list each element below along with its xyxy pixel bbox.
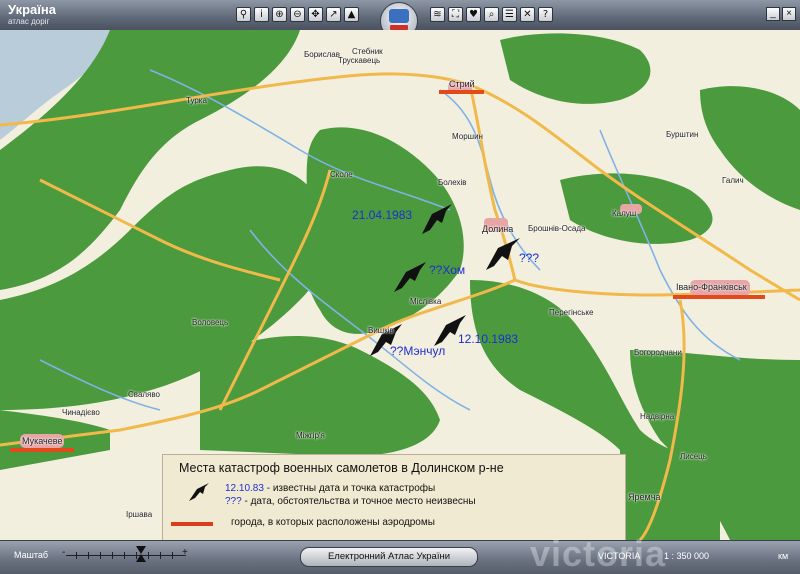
status-bar: victoria Маштаб - + Електронний Атлас Ук… [0, 533, 800, 574]
info-icon[interactable]: i [254, 7, 269, 22]
place-label: Бурштин [666, 130, 699, 139]
legend-unknown-sample: ??? [225, 496, 242, 507]
atlas-button[interactable]: Електронний Атлас України [300, 547, 478, 567]
place-label: Сколе [330, 170, 353, 179]
route-icon[interactable]: ↗ [326, 7, 341, 22]
heart-icon[interactable]: ♥ [466, 7, 481, 22]
place-label: Вишків [368, 326, 394, 335]
close-button[interactable]: × [782, 7, 796, 21]
legend-row-unknown: ??? - дата, обстоятельства и точное мест… [225, 496, 476, 507]
scale-slider-thumb-base [136, 554, 146, 562]
place-label: Стебник [352, 47, 383, 56]
scale-value: 1 : 350 000 [664, 551, 710, 561]
legend-date-sample: 12.10.83 [225, 483, 264, 494]
minimize-button[interactable]: _ [766, 7, 780, 21]
app-subtitle: атлас доріг [8, 17, 50, 26]
zoom-in-icon[interactable]: ⊕ [272, 7, 287, 22]
legend-known-text: - известны дата и точка катастрофы [263, 483, 436, 494]
app-brand: Україна атлас доріг [8, 2, 57, 27]
scale-label: Маштаб [14, 550, 49, 560]
scale-slider-thumb[interactable] [136, 546, 146, 554]
place-label: Моршин [452, 132, 483, 141]
jet-icon [189, 483, 209, 501]
place-label: Борислав [304, 50, 340, 59]
brand-label: VICTORIA [598, 551, 641, 561]
place-label: Калуш [612, 209, 637, 218]
north-icon[interactable]: ▲ [344, 7, 359, 22]
place-label: Чинадієво [62, 408, 100, 417]
layers-icon[interactable]: ≋ [430, 7, 445, 22]
place-label: Воловець [192, 318, 229, 327]
app-window: Україна атлас доріг ⚲ i ⊕ ⊖ ✥ ↗ ▲ ≋ ⛶ ♥ … [0, 0, 800, 574]
place-label: Трускавець [338, 56, 381, 65]
search-icon[interactable]: ⌕ [484, 7, 499, 22]
legend-airfield-text: города, в которых расположены аэродромы [231, 517, 435, 528]
pan-icon[interactable]: ✥ [308, 7, 323, 22]
legend-unknown-text: - дата, обстоятельства и точное место не… [241, 496, 476, 507]
place-label: Міжгір'я [296, 431, 325, 440]
legend-title: Места катастроф военных самолетов в Доли… [179, 461, 504, 475]
crash-label: 21.04.1983 [352, 208, 413, 222]
legend-airfield-swatch [171, 522, 213, 526]
crash-label: ??Хом [429, 263, 466, 277]
zoom-in-step-icon[interactable]: + [182, 547, 188, 558]
place-label: Турка [186, 96, 207, 105]
place-label: Галич [722, 176, 744, 185]
map-legend: Места катастроф военных самолетов в Доли… [162, 454, 626, 542]
fullscreen-icon[interactable]: ⛶ [448, 7, 463, 22]
place-label: Богородчани [634, 348, 682, 357]
place-label: Болехів [438, 178, 467, 187]
help-icon[interactable]: ? [538, 7, 553, 22]
legend-row-known: 12.10.83 - известны дата и точка катастр… [225, 483, 435, 494]
crash-label: 12.10.1983 [458, 332, 519, 346]
binoculars-icon[interactable]: ⚲ [236, 7, 251, 22]
place-label: Лисець [680, 452, 707, 461]
city-label: Мукачеве [22, 436, 63, 446]
crash-label: ??? [519, 251, 540, 265]
place-label: Яремча [628, 492, 661, 502]
city-label: Стрий [449, 79, 475, 89]
unit-label: км [778, 551, 789, 561]
place-label: Долина [482, 224, 514, 234]
crash-label: ??Мэнчул [390, 344, 446, 358]
toolbar-right: ≋ ⛶ ♥ ⌕ ☰ ✕ ? [430, 7, 553, 22]
place-label: Сваляво [128, 390, 160, 399]
city-label: Івано-Франківськ [676, 282, 747, 292]
title-bar: Україна атлас доріг ⚲ i ⊕ ⊖ ✥ ↗ ▲ ≋ ⛶ ♥ … [0, 0, 800, 40]
place-label: Брошнів-Осада [528, 224, 586, 233]
zoom-out-step-icon[interactable]: - [62, 547, 65, 558]
place-label: Перегінське [549, 308, 594, 317]
toolbar-left: ⚲ i ⊕ ⊖ ✥ ↗ ▲ [236, 7, 359, 22]
zoom-out-icon[interactable]: ⊖ [290, 7, 305, 22]
place-label: Надвірна [640, 412, 675, 421]
scale-slider[interactable] [66, 552, 186, 559]
app-title: Україна [8, 2, 57, 17]
place-label: Міслівка [410, 297, 442, 306]
list-icon[interactable]: ☰ [502, 7, 517, 22]
tools-icon[interactable]: ✕ [520, 7, 535, 22]
place-label: Іршава [126, 510, 153, 519]
